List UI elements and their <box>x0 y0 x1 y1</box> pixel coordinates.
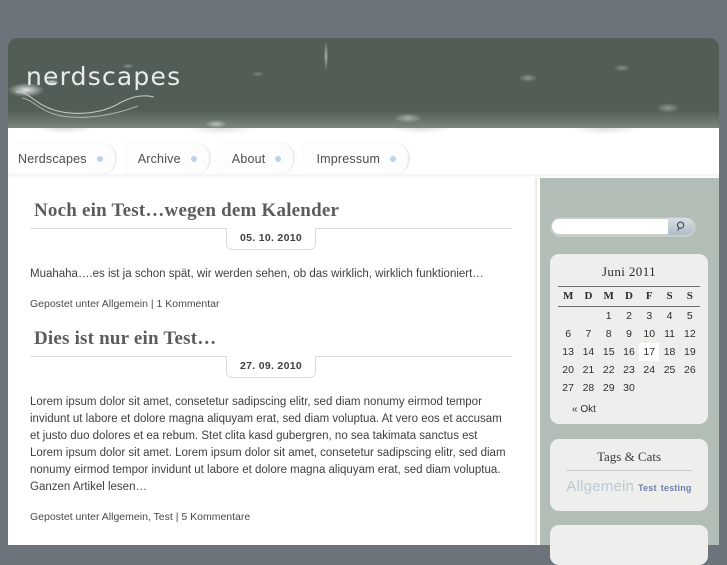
calendar-week-row: 20 21 22 23 24 25 26 <box>558 361 700 379</box>
calendar-day <box>639 379 659 397</box>
calendar-day: 30 <box>623 382 635 394</box>
calendar-table: Juni 2011 M D M D F S S 1 2 3 4 5 6 7 8 … <box>558 264 700 397</box>
page-root: nerdscapes Nerdscapes Archive About Impr… <box>0 0 727 565</box>
search-button[interactable] <box>668 218 694 235</box>
calendar-day: 1 <box>605 310 612 322</box>
calendar-day: 15 <box>602 346 615 358</box>
tag-link-testing[interactable]: testing <box>661 483 692 493</box>
nav-label: About <box>231 151 266 166</box>
calendar-weekday: D <box>618 286 640 307</box>
calendar-day: 18 <box>663 346 676 358</box>
calendar-day: 8 <box>605 328 612 340</box>
tags-widget-rule <box>566 470 692 471</box>
calendar-day: 26 <box>684 364 696 376</box>
post-paragraph: Lorem ipsum dolor sit amet, consetetur s… <box>30 396 506 476</box>
search-input[interactable] <box>552 219 668 234</box>
calendar-weekday: M <box>558 286 579 307</box>
nav-item-about[interactable]: About <box>217 143 295 174</box>
calendar-day: 27 <box>562 382 574 394</box>
post-body: Lorem ipsum dolor sit amet, consetetur s… <box>30 394 512 496</box>
calendar-day <box>558 307 578 326</box>
search-box <box>550 216 696 237</box>
tag-link-allgemein[interactable]: Allgemein <box>566 478 634 495</box>
nav-label: Impressum <box>316 151 381 166</box>
calendar-day: 28 <box>582 382 595 394</box>
post-date-row: 27. 09. 2010 <box>30 356 512 378</box>
calendar-day: 11 <box>664 328 675 340</box>
calendar-caption: Juni 2011 <box>601 264 657 279</box>
calendar-day <box>578 307 598 326</box>
calendar-weekday: F <box>639 286 660 307</box>
calendar-day: 7 <box>585 328 592 340</box>
calendar-day: 10 <box>643 328 656 340</box>
calendar-day: 19 <box>684 346 696 358</box>
calendar-day: 2 <box>626 310 632 322</box>
tag-cloud: Allgemein Test testing <box>560 478 698 496</box>
post-meta[interactable]: Gepostet unter Allgemein | 1 Kommentar <box>30 298 512 310</box>
calendar-day: 23 <box>623 364 635 376</box>
sidebar: Juni 2011 M D M D F S S 1 2 3 4 5 6 7 8 … <box>540 178 719 565</box>
nav-item-impressum[interactable]: Impressum <box>302 143 410 174</box>
bullet-dot-icon <box>390 155 397 162</box>
calendar-day: 24 <box>643 364 656 376</box>
post-title[interactable]: Noch ein Test…wegen dem Kalender <box>34 200 512 222</box>
calendar-week-row: 6 7 8 9 10 11 12 <box>558 325 700 343</box>
calendar-day <box>659 379 679 397</box>
calendar-day: 12 <box>684 328 696 340</box>
calendar-day: 13 <box>562 346 574 358</box>
calendar-week-row: 27 28 29 30 <box>558 379 700 397</box>
calendar-week-row: 1 2 3 4 5 <box>558 307 700 326</box>
nav-label: Nerdscapes <box>18 151 87 166</box>
post-date-badge: 05. 10. 2010 <box>226 228 316 250</box>
calendar-prev-month-link[interactable]: « Okt <box>558 397 700 415</box>
nav-item-archive[interactable]: Archive <box>123 143 210 174</box>
post-date-badge: 27. 09. 2010 <box>226 356 316 378</box>
bullet-dot-icon <box>96 155 103 162</box>
calendar-day: 4 <box>666 310 673 322</box>
read-more-link[interactable]: Ganzen Artikel lesen… <box>30 481 147 493</box>
calendar-day: 29 <box>602 382 615 394</box>
content-sidebar-divider <box>534 178 537 545</box>
calendar-widget: Juni 2011 M D M D F S S 1 2 3 4 5 6 7 8 … <box>550 254 708 424</box>
tags-widget: Tags & Cats Allgemein Test testing <box>550 439 708 511</box>
calendar-day: 6 <box>565 328 572 340</box>
post-body: Muahaha….es ist ja schon spät, wir werde… <box>30 266 512 283</box>
calendar-weekday: S <box>679 286 700 307</box>
calendar-day: 22 <box>602 364 615 376</box>
calendar-day-today: 17 <box>639 343 660 361</box>
calendar-weekday-row: M D M D F S S <box>558 286 700 307</box>
calendar-weekday: S <box>659 286 680 307</box>
post-meta[interactable]: Gepostet unter Allgemein, Test | 5 Komme… <box>30 511 512 523</box>
bullet-dot-icon <box>190 155 197 162</box>
next-widget-partial <box>550 525 708 565</box>
calendar-day: 3 <box>646 310 653 322</box>
nav-label: Archive <box>137 151 181 166</box>
site-logo[interactable]: nerdscapes <box>26 62 181 91</box>
post-entry: Dies ist nur ein Test… 27. 09. 2010 Lore… <box>30 328 512 523</box>
calendar-weekday: D <box>578 286 599 307</box>
calendar-day: 14 <box>582 346 595 358</box>
calendar-day: 5 <box>686 310 693 322</box>
post-date-row: 05. 10. 2010 <box>30 228 512 250</box>
bullet-dot-icon <box>275 155 282 162</box>
calendar-day: 21 <box>582 364 595 376</box>
post-entry: Noch ein Test…wegen dem Kalender 05. 10.… <box>30 200 512 310</box>
post-title[interactable]: Dies ist nur ein Test… <box>34 328 512 350</box>
main-navigation: Nerdscapes Archive About Impressum <box>8 143 417 174</box>
calendar-day: 16 <box>623 346 635 358</box>
tag-link-test[interactable]: Test <box>638 483 657 493</box>
calendar-day: 9 <box>626 328 632 340</box>
search-icon <box>676 221 684 232</box>
post-paragraph: Muahaha….es ist ja schon spät, wir werde… <box>30 268 484 280</box>
main-content: Noch ein Test…wegen dem Kalender 05. 10.… <box>8 178 536 545</box>
calendar-weekday: M <box>598 286 619 307</box>
tags-widget-title: Tags & Cats <box>596 449 662 464</box>
calendar-day <box>680 379 700 397</box>
calendar-day: 20 <box>562 364 574 376</box>
calendar-day: 25 <box>663 364 676 376</box>
calendar-week-row: 13 14 15 16 17 18 19 <box>558 343 700 361</box>
sheet-top-grunge <box>8 128 719 142</box>
nav-item-nerdscapes[interactable]: Nerdscapes <box>8 143 116 174</box>
